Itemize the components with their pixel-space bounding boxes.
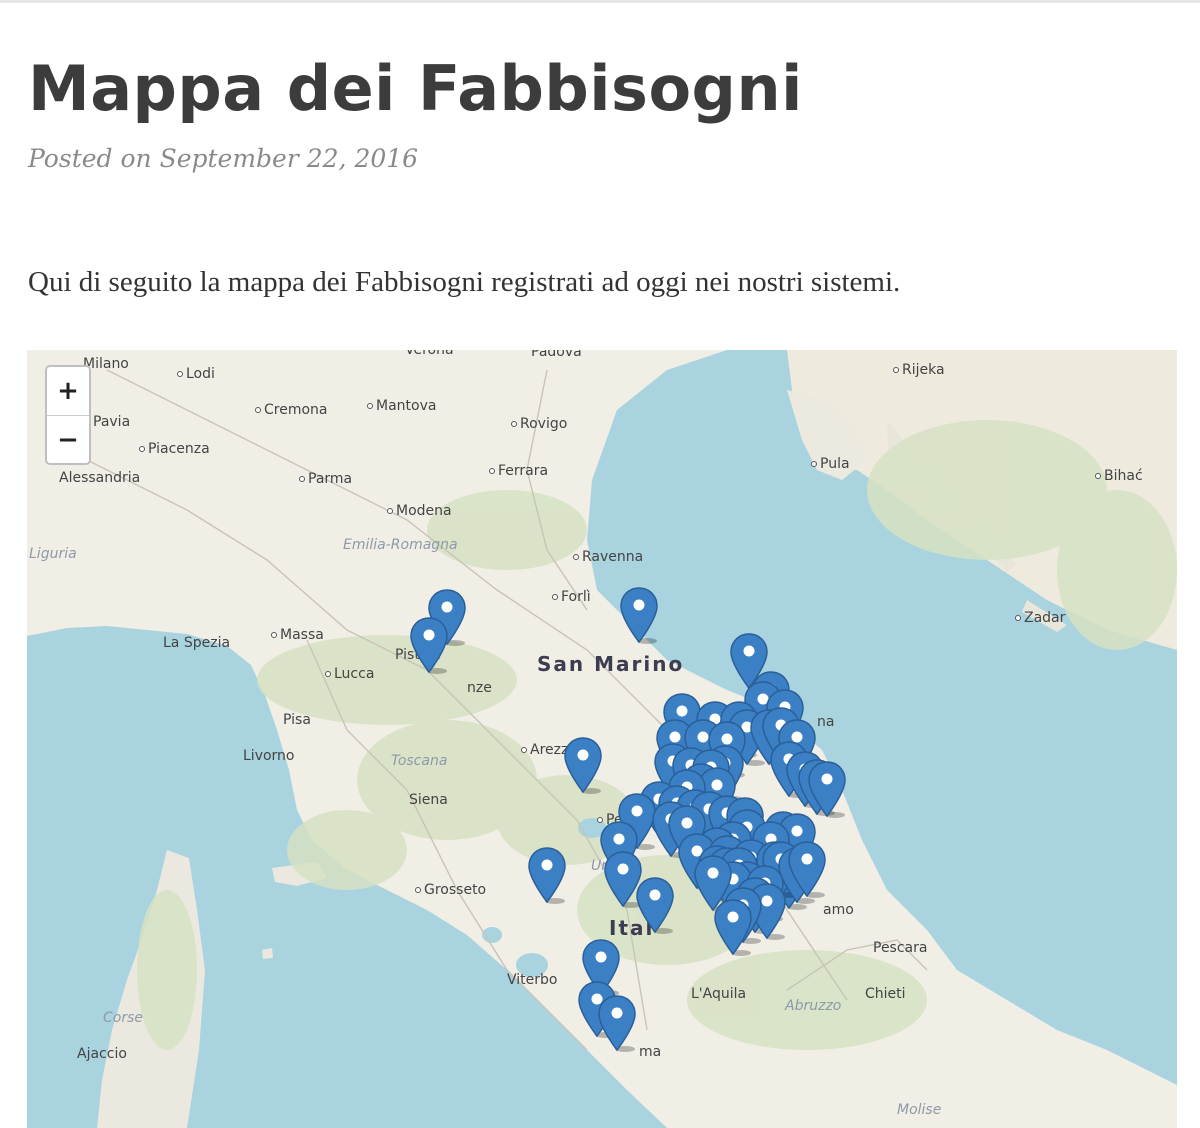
region-label-abruzzo: Abruzzo xyxy=(785,998,842,1014)
region-label-toscana: Toscana xyxy=(391,753,448,769)
map-label-ajaccio: Ajaccio xyxy=(77,1046,127,1062)
map-label-zadar: Zadar xyxy=(1015,610,1065,626)
map-label-piacenza: Piacenza xyxy=(139,441,210,457)
region-label-liguria: Liguria xyxy=(29,546,77,562)
map-marker-icon[interactable] xyxy=(635,876,675,934)
map-label-ravenna: Ravenna xyxy=(573,549,643,565)
map-label-pavia: Pavia xyxy=(93,414,131,430)
map-label-lodi: Lodi xyxy=(177,366,215,382)
map-label-fragment-teramo: amo xyxy=(823,902,854,918)
map-marker-icon[interactable] xyxy=(713,898,753,956)
map-marker-icon[interactable] xyxy=(787,840,827,898)
map-label-fragment-ancona: na xyxy=(817,714,835,730)
map-label-bihac: Bihać xyxy=(1095,468,1143,484)
map-label-rijeka: Rijeka xyxy=(893,362,945,378)
post-date: Posted on September 22, 2016 xyxy=(28,144,419,173)
map-label-rovigo: Rovigo xyxy=(511,416,567,432)
map-label-siena: Siena xyxy=(409,792,448,808)
map-label-viterbo: Viterbo xyxy=(507,972,558,988)
map-marker-icon[interactable] xyxy=(597,994,637,1052)
map-label-lucca: Lucca xyxy=(325,666,374,682)
country-label-san-marino: San Marino xyxy=(537,652,685,676)
map-label-pula: Pula xyxy=(811,456,850,472)
intro-text: Qui di seguito la mappa dei Fabbisogni r… xyxy=(28,266,901,298)
map-label-alessandria: Alessandria xyxy=(59,470,141,486)
map-label-mantova: Mantova xyxy=(367,398,436,414)
map-label-parma: Parma xyxy=(299,471,352,487)
map-label-la-spezia: La Spezia xyxy=(163,635,231,651)
region-label-corse: Corse xyxy=(103,1010,144,1026)
map-label-forli: Forlì xyxy=(552,589,591,605)
map-label-padova: Padova xyxy=(531,350,582,360)
needs-map[interactable]: + − Milano Lodi Pavia Cremona Mantova Ro… xyxy=(27,350,1177,1128)
page-title: Mappa dei Fabbisogni xyxy=(28,52,803,125)
map-marker-icon[interactable] xyxy=(527,846,567,904)
zoom-in-button[interactable]: + xyxy=(47,367,89,415)
map-label-fragment-firenze: nze xyxy=(467,680,492,696)
map-label-modena: Modena xyxy=(387,503,452,519)
zoom-control: + − xyxy=(45,365,91,465)
map-marker-icon[interactable] xyxy=(807,760,847,818)
map-label-pisa: Pisa xyxy=(283,712,311,728)
map-label-cremona: Cremona xyxy=(255,402,328,418)
map-label-pescara: Pescara xyxy=(873,940,928,956)
map-label-verona: Verona xyxy=(405,350,454,358)
map-marker-icon[interactable] xyxy=(409,616,449,674)
map-label-chieti: Chieti xyxy=(865,986,906,1002)
map-label-livorno: Livorno xyxy=(243,748,295,764)
region-label-molise: Molise xyxy=(897,1102,942,1118)
map-marker-icon[interactable] xyxy=(619,586,659,644)
zoom-out-button[interactable]: − xyxy=(47,415,89,463)
map-marker-icon[interactable] xyxy=(563,736,603,794)
map-label-grosseto: Grosseto xyxy=(415,882,486,898)
map-label-massa: Massa xyxy=(271,627,324,643)
region-label-emilia-romagna: Emilia-Romagna xyxy=(343,537,458,553)
map-label-fragment-roma: ma xyxy=(639,1044,662,1060)
top-divider xyxy=(0,0,1200,3)
map-label-ferrara: Ferrara xyxy=(489,463,548,479)
map-label-laquila: L'Aquila xyxy=(691,986,747,1002)
